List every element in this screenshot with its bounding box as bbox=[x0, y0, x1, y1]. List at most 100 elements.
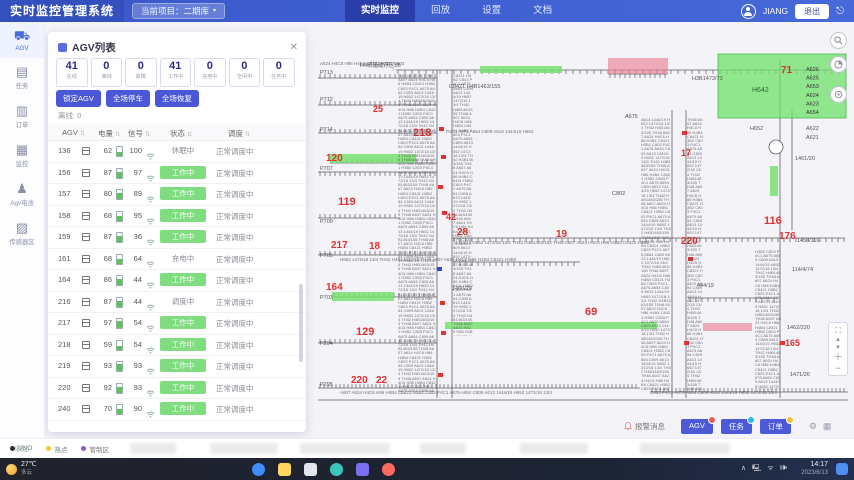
cargo-box-icon bbox=[82, 255, 90, 263]
windows-taskbar: 27℃ 多云 ∧🖳ᯤ🕪 14:17 2023/6/13 bbox=[0, 458, 854, 480]
map-search-icon[interactable] bbox=[830, 32, 847, 49]
app-title: 实时监控管理系统 bbox=[0, 0, 124, 22]
table-row[interactable]: 219 93 93 工作中 正常调度中 bbox=[48, 355, 306, 378]
map-statistics-icon[interactable] bbox=[830, 56, 847, 73]
zoom-in-icon[interactable]: ＋ bbox=[829, 352, 847, 363]
svg-text:116: 116 bbox=[764, 215, 782, 227]
stat-box-0[interactable]: 41 在线 bbox=[56, 58, 88, 87]
table-row[interactable]: 218 59 54 工作中 正常调度中 bbox=[48, 334, 306, 357]
battery-icon bbox=[116, 383, 123, 394]
layers-icon[interactable]: ▦ bbox=[823, 421, 832, 432]
svg-text:22: 22 bbox=[376, 375, 388, 386]
agv-list-panel: AGV列表 ✕ 41 在线 0 离线 0 故障 41 工作中 0 充电中 0 空… bbox=[48, 32, 306, 432]
svg-text:A623: A623 bbox=[806, 101, 819, 107]
col-header-电量[interactable]: 电量 ⇅ bbox=[98, 128, 120, 139]
svg-text:1461/20: 1461/20 bbox=[795, 156, 815, 162]
table-row[interactable]: 216 87 44 调度中 正常调度中 bbox=[48, 291, 306, 314]
legend-item-热点: 热点 bbox=[46, 444, 67, 454]
stat-box-2[interactable]: 0 故障 bbox=[125, 58, 157, 87]
svg-text:A675: A675 bbox=[625, 114, 638, 120]
sidebar-footer[interactable]: 收起 bbox=[0, 444, 44, 454]
table-row[interactable]: 164 86 44 工作中 正常调度中 bbox=[48, 269, 306, 292]
table-row[interactable]: 158 68 95 工作中 正常调度中 bbox=[48, 205, 306, 228]
table-row[interactable]: 220 92 93 工作中 正常调度中 bbox=[48, 377, 306, 400]
col-header-信号[interactable]: 信号 ⇅ bbox=[128, 128, 150, 139]
panel-title: AGV列表 bbox=[72, 40, 116, 55]
table-row[interactable]: 156 87 97 工作中 正常调度中 bbox=[48, 162, 306, 185]
clock-time: 14:17 bbox=[801, 461, 828, 469]
taskbar-weather[interactable]: 27℃ 多云 bbox=[0, 461, 37, 477]
weather-desc: 多云 bbox=[21, 469, 37, 477]
exit-icon[interactable]: ⎋ bbox=[836, 6, 844, 17]
table-row[interactable]: 157 80 89 工作中 正常调度中 bbox=[48, 183, 306, 206]
tab-2[interactable]: 设置 bbox=[466, 0, 517, 22]
folder-icon[interactable] bbox=[278, 463, 291, 476]
sidebar-item-Agv电池[interactable]: ♟ Agv电池 bbox=[0, 175, 44, 214]
sidebar-item-AGV[interactable]: ⛟ AGV bbox=[0, 22, 44, 58]
zoom-out-icon[interactable]: − bbox=[829, 363, 847, 373]
stat-box-6[interactable]: 0 任务中 bbox=[263, 58, 295, 87]
alarm-message-toggle[interactable]: 报警消息 bbox=[624, 421, 665, 432]
col-header-调度[interactable]: 调度 ⇅ bbox=[228, 128, 250, 139]
close-icon[interactable]: ✕ bbox=[290, 42, 298, 53]
table-row[interactable]: 217 97 54 工作中 正常调度中 bbox=[48, 312, 306, 335]
stat-box-1[interactable]: 0 离线 bbox=[91, 58, 123, 87]
battery-icon bbox=[116, 211, 123, 222]
printer-icon[interactable]: ⚙ bbox=[809, 421, 817, 432]
sidebar-item-监控[interactable]: ▦ 监控 bbox=[0, 136, 44, 175]
pan-down-icon[interactable]: ▼ bbox=[829, 344, 847, 352]
svg-text:1471/26: 1471/26 bbox=[790, 372, 810, 378]
scrollbar-thumb[interactable] bbox=[299, 284, 303, 362]
overlay-button-AGV[interactable]: AGV bbox=[681, 419, 713, 434]
teal-app-icon[interactable] bbox=[330, 463, 343, 476]
logout-button[interactable]: 退出 bbox=[795, 4, 829, 19]
cargo-box-icon bbox=[82, 362, 90, 370]
tab-3[interactable]: 文档 bbox=[517, 0, 568, 22]
fit-view-icon[interactable]: ⛶ bbox=[829, 325, 847, 336]
sidebar-item-订单[interactable]: ▥ 订单 bbox=[0, 97, 44, 136]
project-selector[interactable]: 当前项目：二期库 ▾ bbox=[132, 3, 225, 19]
nav-tabs: 实时监控回放设置文档 bbox=[345, 0, 568, 22]
tray-icons[interactable]: ∧🖳ᯤ🕪 bbox=[741, 464, 793, 475]
panel-button-0[interactable]: 锁定AGV bbox=[56, 90, 101, 107]
svg-text:1462/220: 1462/220 bbox=[787, 325, 810, 331]
overlay-button-订单[interactable]: 订单 bbox=[760, 419, 791, 434]
battery-icon bbox=[116, 232, 123, 243]
user-avatar-icon[interactable] bbox=[741, 4, 756, 19]
svg-text:P709: P709 bbox=[320, 219, 333, 225]
table-row[interactable]: 161 68 64 充电中 正常调度中 bbox=[48, 248, 306, 271]
cargo-box-icon bbox=[82, 212, 90, 220]
badge-dot bbox=[708, 416, 716, 424]
project-selector-label: 当前项目：二期库 bbox=[141, 5, 209, 18]
map-locate-icon[interactable] bbox=[830, 86, 847, 103]
col-header-状态[interactable]: 状态 ⇅ bbox=[170, 128, 192, 139]
table-row[interactable]: 159 87 36 工作中 正常调度中 bbox=[48, 226, 306, 249]
purple-app-icon[interactable] bbox=[356, 463, 369, 476]
red-app-icon[interactable] bbox=[382, 463, 395, 476]
panel-button-1[interactable]: 全场停车 bbox=[106, 90, 150, 107]
battery-icon bbox=[116, 340, 123, 351]
col-header-AGV[interactable]: AGV ⇅ bbox=[62, 128, 85, 137]
wifi-icon bbox=[146, 405, 155, 423]
tab-1[interactable]: 回放 bbox=[415, 0, 466, 22]
overlay-button-任务[interactable]: 任务 bbox=[721, 419, 752, 434]
clock-date: 2023/6/13 bbox=[801, 469, 828, 477]
stat-box-3[interactable]: 41 工作中 bbox=[160, 58, 192, 87]
sidebar-item-传感器区[interactable]: ▨ 传感器区 bbox=[0, 214, 44, 253]
battery-icon bbox=[116, 404, 123, 415]
window-app-icon[interactable] bbox=[304, 463, 317, 476]
tab-0[interactable]: 实时监控 bbox=[345, 0, 415, 22]
notification-center-icon[interactable] bbox=[836, 463, 848, 475]
pan-up-icon[interactable]: ▲ bbox=[829, 336, 847, 344]
table-row[interactable]: 136 62 100 休眠中 正常调度中 bbox=[48, 140, 306, 163]
svg-text:P714: P714 bbox=[320, 127, 333, 133]
stat-box-5[interactable]: 0 空闲中 bbox=[229, 58, 261, 87]
table-row[interactable]: 240 70 90 工作中 正常调度中 bbox=[48, 398, 306, 421]
edge-browser-icon[interactable] bbox=[252, 463, 265, 476]
svg-text:P713: P713 bbox=[320, 70, 333, 76]
stat-box-4[interactable]: 0 充电中 bbox=[194, 58, 226, 87]
taskbar-clock[interactable]: 14:17 2023/6/13 bbox=[801, 461, 828, 477]
svg-text:25: 25 bbox=[373, 104, 383, 114]
panel-button-2[interactable]: 全场恢复 bbox=[155, 90, 199, 107]
sidebar-item-任务[interactable]: ▤ 任务 bbox=[0, 58, 44, 97]
